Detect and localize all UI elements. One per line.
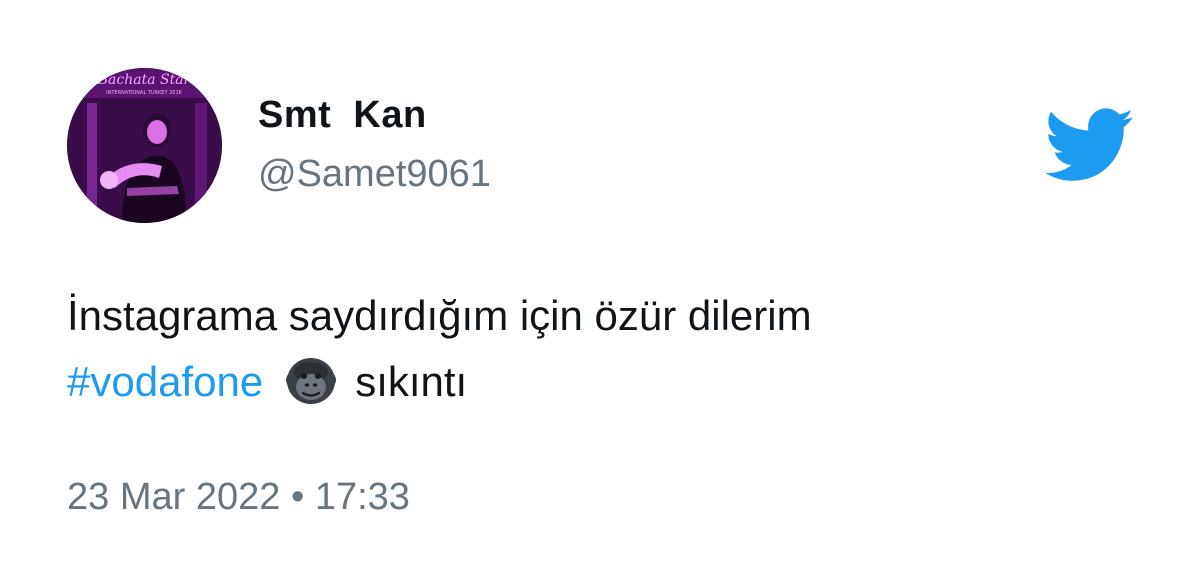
hashtag-link[interactable]: #vodafone — [67, 358, 263, 405]
tweet-text-line-1: İnstagrama saydırdığım için özür dilerim — [67, 292, 812, 339]
avatar-banner-text: Bachata Star — [97, 72, 192, 88]
tweet-card: Bachata Star INTERNATIONAL TURKEY 2016 S… — [0, 0, 1200, 585]
twitter-bird-icon[interactable] — [1045, 108, 1135, 183]
tweet-text: İnstagrama saydırdığım için özür dilerim… — [67, 283, 1127, 415]
display-name[interactable]: Smt Kan — [258, 94, 427, 137]
timestamp-separator: • — [290, 476, 305, 518]
tweet-text-after-emoji: sıkıntı — [355, 358, 468, 405]
avatar-photo: Bachata Star INTERNATIONAL TURKEY 2016 — [67, 68, 222, 223]
avatar[interactable]: Bachata Star INTERNATIONAL TURKEY 2016 — [67, 68, 222, 223]
tweet-timestamp[interactable]: 23 Mar 2022 • 17:33 — [67, 476, 410, 519]
tweet-date: 23 Mar 2022 — [67, 476, 281, 518]
tweet-time: 17:33 — [314, 476, 410, 518]
user-handle[interactable]: @Samet9061 — [258, 153, 491, 196]
avatar-banner-subtext: INTERNATIONAL TURKEY 2016 — [106, 90, 182, 96]
tweet-text-line-2: #vodafone sıkıntı — [67, 349, 1127, 415]
gorilla-icon — [285, 354, 337, 406]
